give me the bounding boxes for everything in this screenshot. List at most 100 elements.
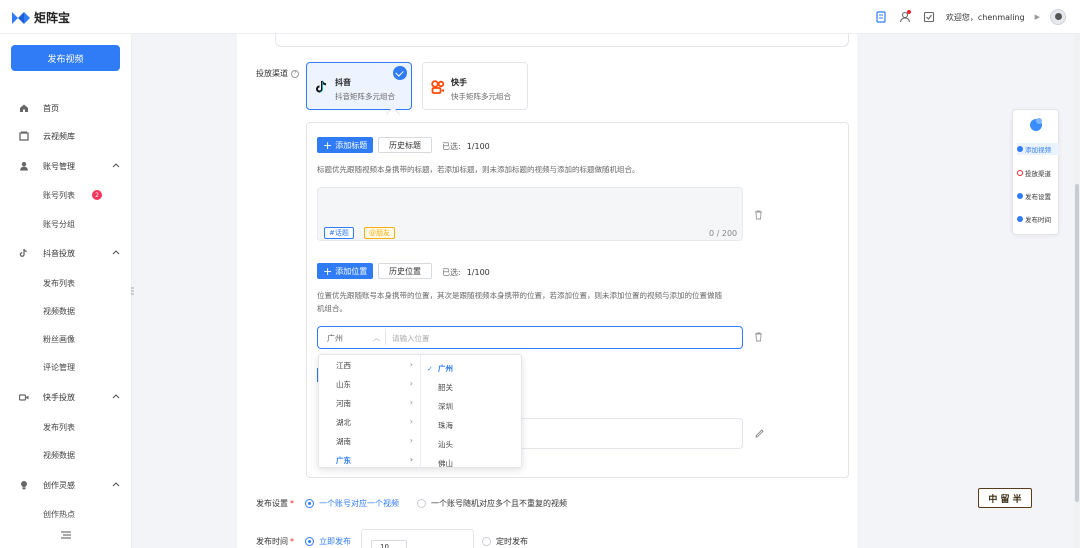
- sidebar-item-account-management[interactable]: 账号管理: [0, 156, 132, 176]
- previous-card-edge: [275, 33, 849, 47]
- sidebar-item-kuaishou-video-data[interactable]: 视频数据: [0, 445, 132, 465]
- add-title-button[interactable]: + 添加标题: [317, 137, 374, 153]
- city-option[interactable]: 汕头: [422, 435, 521, 454]
- channel-kuaishou-card[interactable]: 快手 快手矩阵多元组合: [422, 62, 528, 110]
- province-list: 江西 › 山东 › 河南 › 湖北 › 湖南 › 广东 ›: [319, 355, 421, 467]
- history-title-button[interactable]: 历史标题: [378, 137, 432, 153]
- history-location-button[interactable]: 历史位置: [378, 263, 432, 279]
- kuaishou-logo-icon: [431, 80, 445, 94]
- sidebar-item-label: 账号列表: [43, 190, 75, 200]
- city-option[interactable]: 佛山: [422, 454, 521, 467]
- sidebar-item-hot-topics[interactable]: 创作热点: [0, 504, 132, 524]
- sidebar-item-comment-management[interactable]: 评论管理: [0, 357, 132, 377]
- city-list: ✓ 广州 韶关 深圳 珠海 汕头 佛山: [422, 355, 521, 467]
- sidebar-item-label: 创作灵感: [43, 480, 75, 490]
- caret-right-icon[interactable]: ▶: [1035, 13, 1040, 21]
- city-select[interactable]: 广州: [327, 333, 343, 344]
- radio-icon: [482, 537, 491, 546]
- province-option[interactable]: 江西 ›: [319, 356, 420, 375]
- lightbulb-icon: [21, 481, 27, 490]
- sidebar-item-label: 快手投放: [43, 392, 75, 402]
- sidebar-item-label: 账号分组: [43, 219, 75, 229]
- trash-icon[interactable]: [754, 332, 763, 342]
- channel-douyin-card[interactable]: 抖音 抖音矩阵多元组合: [306, 62, 412, 110]
- interval-number-input[interactable]: 10: [371, 540, 407, 548]
- city-option[interactable]: 珠海: [422, 416, 521, 435]
- province-option[interactable]: 河南 ›: [319, 394, 420, 413]
- step-done-icon: [1017, 146, 1023, 152]
- sidebar-item-inspiration[interactable]: 创作灵感: [0, 475, 132, 495]
- step-add-video[interactable]: 添加视频: [1017, 143, 1059, 155]
- partially-hidden-field[interactable]: [522, 418, 743, 449]
- home-icon: [20, 104, 28, 112]
- task-check-icon[interactable]: [922, 10, 936, 24]
- plus-icon: +: [323, 264, 333, 278]
- sidebar-item-douyin-video-data[interactable]: 视频数据: [0, 301, 132, 321]
- province-option-active[interactable]: 广东 ›: [319, 451, 420, 467]
- menu-collapse-icon[interactable]: [60, 530, 72, 540]
- sidebar-item-label: 账号管理: [43, 161, 75, 171]
- publish-time-label: 发布时间 *: [256, 537, 294, 546]
- chevron-up-icon: [112, 250, 120, 255]
- count-badge: 2: [92, 190, 102, 200]
- sidebar-item-account-list[interactable]: 账号列表 2: [0, 185, 132, 205]
- radio-icon: [305, 499, 314, 508]
- sidebar-item-fan-profile[interactable]: 粉丝画像: [0, 329, 132, 349]
- channel-label: 投放渠道?: [256, 68, 299, 79]
- selected-check-icon: [393, 66, 407, 80]
- location-search-input[interactable]: [392, 331, 732, 345]
- chevron-right-icon: ›: [409, 455, 413, 464]
- page-scrollbar[interactable]: [1074, 34, 1080, 548]
- welcome-text: 欢迎您，chenmaling: [945, 12, 1025, 22]
- radio-publish-now[interactable]: 立即发布: [305, 536, 351, 547]
- city-option[interactable]: 深圳: [422, 397, 521, 416]
- sidebar-item-home[interactable]: 首页: [0, 98, 132, 118]
- step-publish-time[interactable]: 发布时间: [1017, 213, 1059, 225]
- sidebar-item-label: 发布列表: [43, 278, 75, 288]
- topic-tag-button[interactable]: #话题: [324, 227, 354, 239]
- drag-handle-icon[interactable]: [131, 287, 134, 295]
- province-option[interactable]: 湖南 ›: [319, 432, 420, 451]
- sidebar: 发布视频 首页 云视频库 账号管理 账号列表 2 账号分组 抖音投放 发布列表 …: [0, 34, 132, 548]
- chevron-right-icon: ›: [409, 417, 413, 426]
- chevron-up-icon[interactable]: ︿: [373, 333, 380, 343]
- help-icon[interactable]: ?: [291, 69, 299, 78]
- title-selected-count: 已选: 1/100: [442, 142, 490, 151]
- radio-icon: [305, 537, 314, 546]
- document-icon[interactable]: [874, 10, 888, 24]
- plus-icon: +: [323, 138, 333, 152]
- sidebar-item-label: 云视频库: [43, 131, 75, 141]
- radio-one-account-one-video[interactable]: 一个账号对应一个视频: [305, 498, 399, 509]
- mention-tag-button[interactable]: @朋友: [364, 227, 395, 239]
- sidebar-item-douyin-publish-list[interactable]: 发布列表: [0, 273, 132, 293]
- radio-one-account-multiple-videos[interactable]: 一个账号随机对应多个且不重复的视频: [417, 498, 567, 509]
- chevron-up-icon: [112, 394, 120, 399]
- city-option-active[interactable]: ✓ 广州: [422, 359, 521, 378]
- channel-desc: 抖音矩阵多元组合: [335, 92, 395, 101]
- sidebar-item-douyin[interactable]: 抖音投放: [0, 243, 132, 263]
- province-option[interactable]: 山东 ›: [319, 375, 420, 394]
- edit-icon[interactable]: [755, 429, 764, 438]
- sidebar-item-cloud-library[interactable]: 云视频库: [0, 126, 132, 146]
- city-option[interactable]: 韶关: [422, 378, 521, 397]
- province-option[interactable]: 湖北 ›: [319, 413, 420, 432]
- douyin-logo-icon: [316, 80, 327, 93]
- radio-scheduled-publish[interactable]: 定时发布: [482, 536, 528, 547]
- sidebar-item-account-group[interactable]: 账号分组: [0, 214, 132, 234]
- sidebar-item-kuaishou[interactable]: 快手投放: [0, 387, 132, 407]
- add-location-button[interactable]: + 添加位置: [317, 263, 374, 279]
- cloud-library-icon: [19, 131, 29, 141]
- step-publish-setting[interactable]: 发布设置: [1017, 190, 1059, 202]
- app-logo[interactable]: 矩阵宝: [12, 9, 70, 26]
- user-notification-icon[interactable]: [898, 10, 912, 24]
- publish-video-button[interactable]: 发布视频: [11, 45, 120, 71]
- channel-name: 抖音: [335, 78, 351, 87]
- step-navigator: 添加视频 投放渠道 发布设置 发布时间: [1012, 109, 1059, 235]
- avatar[interactable]: [1050, 9, 1066, 25]
- step-channel[interactable]: 投放渠道: [1017, 167, 1059, 179]
- chevron-right-icon: ›: [409, 436, 413, 445]
- sidebar-item-kuaishou-publish-list[interactable]: 发布列表: [0, 417, 132, 437]
- region-cascader-dropdown: 江西 › 山东 › 河南 › 湖北 › 湖南 › 广东 › ✓ 广州 韶关 深圳 珠海 汕头 …: [318, 354, 522, 468]
- scrollbar-thumb[interactable]: [1075, 184, 1079, 502]
- trash-icon[interactable]: [754, 210, 763, 220]
